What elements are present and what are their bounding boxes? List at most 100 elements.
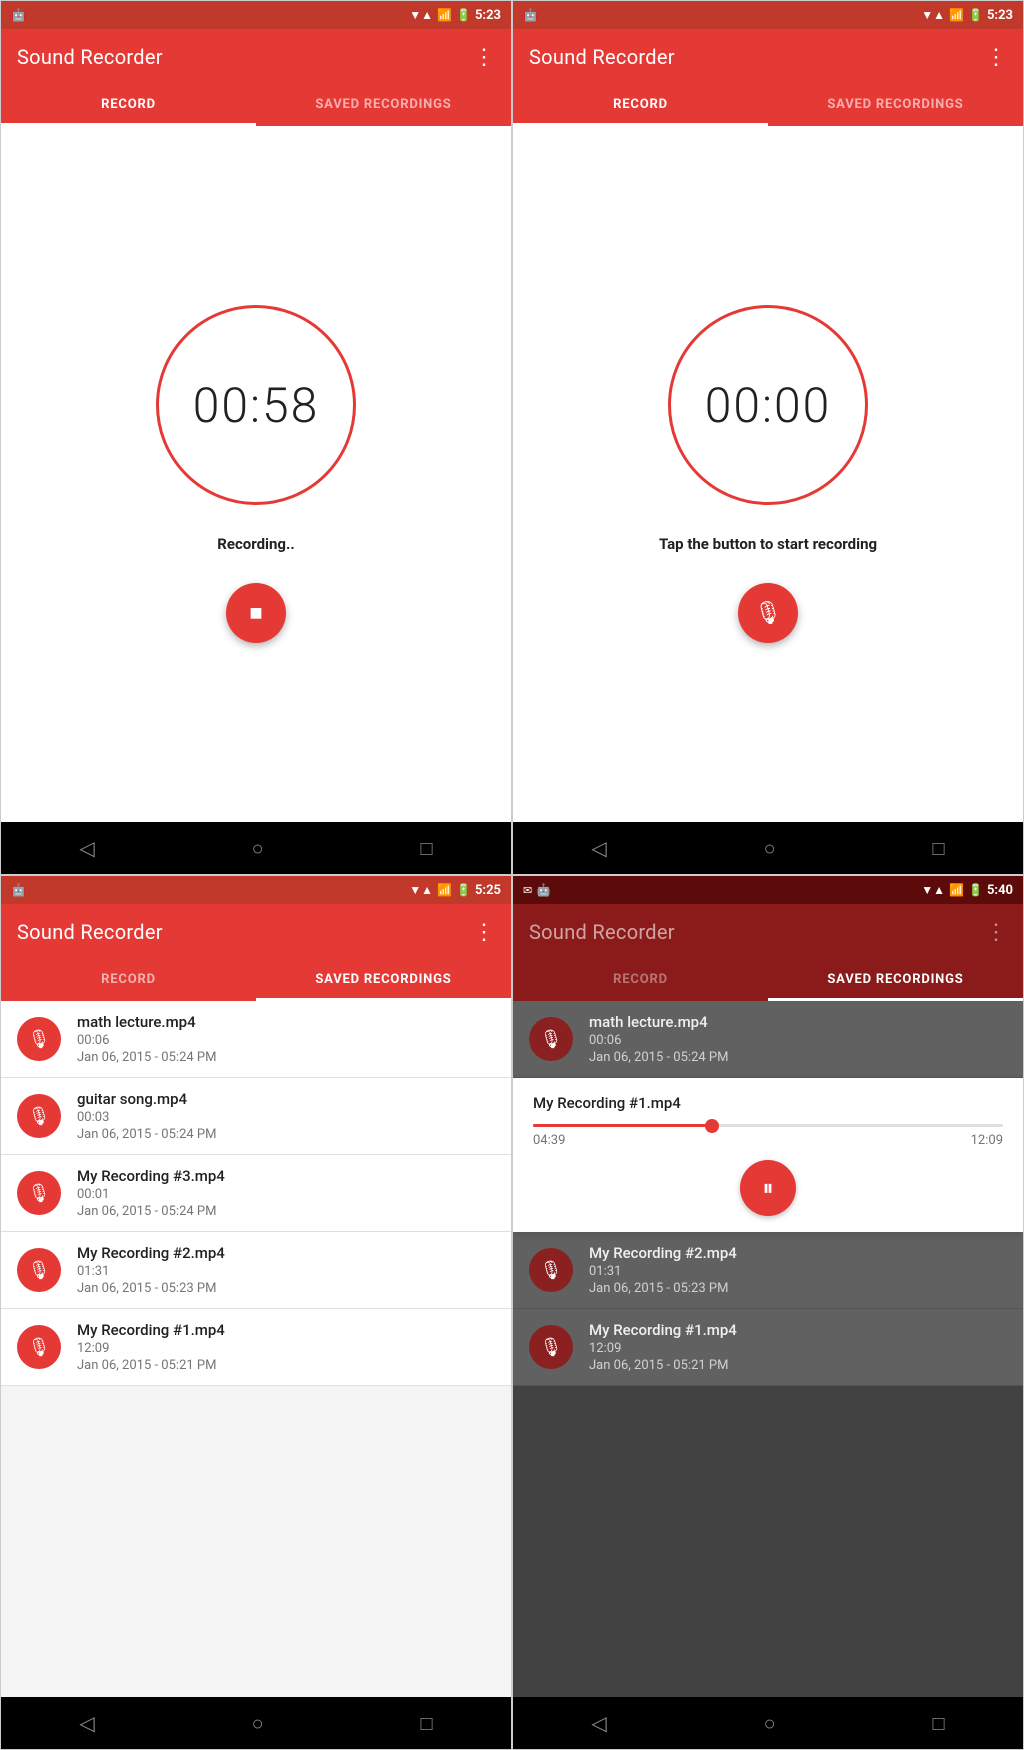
app-title-4: Sound Recorder [529, 920, 675, 944]
back-button-3[interactable]: ◁ [79, 1711, 94, 1735]
recording-duration-d1: 00:06 [589, 1033, 728, 1048]
recording-info-1: math lecture.mp4 00:06 Jan 06, 2015 - 05… [77, 1013, 216, 1065]
pause-icon: ⏸ [762, 1176, 773, 1201]
nav-bar-1: ◁ ○ □ [1, 822, 511, 874]
progress-thumb [705, 1119, 719, 1133]
list-item[interactable]: 🎙 My Recording #2.mp4 01:31 Jan 06, 2015… [513, 1232, 1023, 1309]
tab-record-3[interactable]: RECORD [1, 960, 256, 999]
mic-icon-5: 🎙 [28, 1337, 51, 1358]
mic-icon-d3: 🎙 [540, 1337, 563, 1358]
recording-name-3: My Recording #3.mp4 [77, 1167, 225, 1185]
recents-button-1[interactable]: □ [420, 836, 432, 861]
recording-info-2: guitar song.mp4 00:03 Jan 06, 2015 - 05:… [77, 1090, 216, 1142]
recording-date-1: Jan 06, 2015 - 05:24 PM [77, 1050, 216, 1065]
nav-bar-2: ◁ ○ □ [513, 822, 1023, 874]
home-button-4[interactable]: ○ [764, 1711, 776, 1736]
time-2: 5:23 [987, 8, 1013, 23]
overflow-menu-3[interactable]: ⋮ [473, 920, 495, 945]
home-button-3[interactable]: ○ [252, 1711, 264, 1736]
recording-info-d3: My Recording #1.mp4 12:09 Jan 06, 2015 -… [589, 1321, 737, 1373]
list-item[interactable]: 🎙 My Recording #1.mp4 12:09 Jan 06, 2015… [513, 1309, 1023, 1386]
list-item[interactable]: 🎙 My Recording #2.mp4 01:31 Jan 06, 2015… [1, 1232, 511, 1309]
recording-date-2: Jan 06, 2015 - 05:24 PM [77, 1127, 216, 1142]
tab-record-1[interactable]: RECORD [1, 85, 256, 124]
recording-date-d3: Jan 06, 2015 - 05:21 PM [589, 1358, 737, 1373]
player-progress[interactable]: 04:39 12:09 [533, 1124, 1003, 1148]
wifi-icon-2: ▼▲ [921, 8, 945, 22]
record-content-2: 00:00 Tap the button to start recording … [513, 126, 1023, 822]
recording-duration-4: 01:31 [77, 1264, 225, 1279]
back-button-4[interactable]: ◁ [591, 1711, 606, 1735]
tabs-2: RECORD SAVED RECORDINGS [513, 85, 1023, 126]
player-title: My Recording #1.mp4 [533, 1094, 1003, 1112]
recording-avatar-2: 🎙 [17, 1094, 61, 1138]
overflow-menu-2[interactable]: ⋮ [985, 45, 1007, 70]
app-bar-3: Sound Recorder ⋮ [1, 904, 511, 960]
tab-record-2[interactable]: RECORD [513, 85, 768, 124]
recording-info-d1: math lecture.mp4 00:06 Jan 06, 2015 - 05… [589, 1013, 728, 1065]
recording-avatar-d1: 🎙 [529, 1017, 573, 1061]
battery-icon-3: 🔋 [456, 883, 471, 897]
tab-record-4[interactable]: RECORD [513, 960, 768, 999]
home-button-1[interactable]: ○ [252, 836, 264, 861]
list-item[interactable]: 🎙 math lecture.mp4 00:06 Jan 06, 2015 - … [1, 1001, 511, 1078]
recents-button-3[interactable]: □ [420, 1711, 432, 1736]
mic-icon-3: 🎙 [28, 1183, 51, 1204]
overflow-menu-1[interactable]: ⋮ [473, 45, 495, 70]
battery-icon-1: 🔋 [456, 8, 471, 22]
back-button-2[interactable]: ◁ [591, 836, 606, 860]
android-icon-4: 🤖 [536, 883, 551, 897]
status-bar-3: 🤖 ▼▲ 📶 🔋 5:25 [1, 876, 511, 904]
tabs-4: RECORD SAVED RECORDINGS [513, 960, 1023, 1001]
pause-button[interactable]: ⏸ [740, 1160, 796, 1216]
timer-display-2: 00:00 [705, 377, 832, 434]
tab-saved-4[interactable]: SAVED RECORDINGS [768, 960, 1023, 999]
list-item[interactable]: 🎙 math lecture.mp4 00:06 Jan 06, 2015 - … [513, 1001, 1023, 1078]
app-title-2: Sound Recorder [529, 45, 675, 69]
player-controls: ⏸ [533, 1160, 1003, 1216]
tabs-1: RECORD SAVED RECORDINGS [1, 85, 511, 126]
timer-circle-2: 00:00 [668, 305, 868, 505]
screen-recording: 🤖 ▼▲ 📶 🔋 5:23 Sound Recorder ⋮ RECORD SA… [0, 0, 512, 875]
tab-saved-2[interactable]: SAVED RECORDINGS [768, 85, 1023, 124]
signal-icon-2: 📶 [949, 8, 964, 22]
progress-bar[interactable] [533, 1124, 1003, 1127]
tab-saved-1[interactable]: SAVED RECORDINGS [256, 85, 511, 124]
recording-info-3: My Recording #3.mp4 00:01 Jan 06, 2015 -… [77, 1167, 225, 1219]
recording-duration-5: 12:09 [77, 1341, 225, 1356]
screen-playing: ✉ 🤖 ▼▲ 📶 🔋 5:40 Sound Recorder ⋮ RECORD … [512, 875, 1024, 1750]
back-button-1[interactable]: ◁ [79, 836, 94, 860]
list-item[interactable]: 🎙 My Recording #3.mp4 00:01 Jan 06, 2015… [1, 1155, 511, 1232]
mic-button[interactable]: 🎙 [738, 583, 798, 643]
recording-avatar-d3: 🎙 [529, 1325, 573, 1369]
recents-button-2[interactable]: □ [932, 836, 944, 861]
tab-saved-3[interactable]: SAVED RECORDINGS [256, 960, 511, 999]
recording-duration-2: 00:03 [77, 1110, 216, 1125]
timer-display-1: 00:58 [193, 377, 320, 434]
recording-name-1: math lecture.mp4 [77, 1013, 216, 1031]
home-button-2[interactable]: ○ [764, 836, 776, 861]
recording-avatar-5: 🎙 [17, 1325, 61, 1369]
recording-date-5: Jan 06, 2015 - 05:21 PM [77, 1358, 225, 1373]
status-bar-2: 🤖 ▼▲ 📶 🔋 5:23 [513, 1, 1023, 29]
recents-button-4[interactable]: □ [932, 1711, 944, 1736]
stop-button[interactable]: ■ [226, 583, 286, 643]
status-bar-4: ✉ 🤖 ▼▲ 📶 🔋 5:40 [513, 876, 1023, 904]
recording-avatar-4: 🎙 [17, 1248, 61, 1292]
app-bar-4: Sound Recorder ⋮ [513, 904, 1023, 960]
screen-saved: 🤖 ▼▲ 📶 🔋 5:25 Sound Recorder ⋮ RECORD SA… [0, 875, 512, 1750]
stop-icon: ■ [249, 600, 262, 626]
recording-date-3: Jan 06, 2015 - 05:24 PM [77, 1204, 225, 1219]
recording-name-2: guitar song.mp4 [77, 1090, 216, 1108]
recording-name-5: My Recording #1.mp4 [77, 1321, 225, 1339]
record-content-1: 00:58 Recording.. ■ [1, 126, 511, 822]
list-item[interactable]: 🎙 guitar song.mp4 00:03 Jan 06, 2015 - 0… [1, 1078, 511, 1155]
list-item[interactable]: 🎙 My Recording #1.mp4 12:09 Jan 06, 2015… [1, 1309, 511, 1386]
app-title-1: Sound Recorder [17, 45, 163, 69]
recording-info-d2: My Recording #2.mp4 01:31 Jan 06, 2015 -… [589, 1244, 737, 1296]
nav-bar-4: ◁ ○ □ [513, 1697, 1023, 1749]
recording-name-d3: My Recording #1.mp4 [589, 1321, 737, 1339]
app-title-3: Sound Recorder [17, 920, 163, 944]
wifi-icon-3: ▼▲ [409, 883, 433, 897]
overflow-menu-4[interactable]: ⋮ [985, 920, 1007, 945]
